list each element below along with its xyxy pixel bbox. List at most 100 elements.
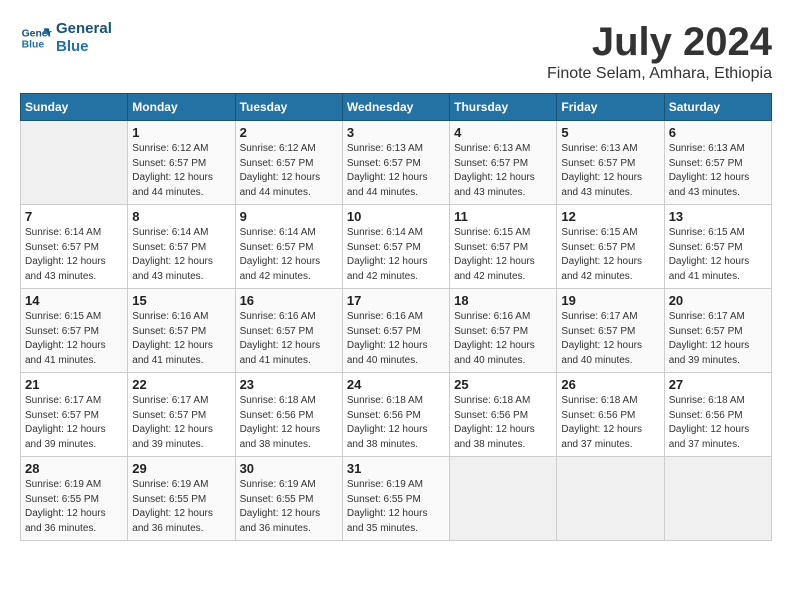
calendar-cell: 12 Sunrise: 6:15 AM Sunset: 6:57 PM Dayli… [557, 205, 664, 289]
svg-text:Blue: Blue [22, 40, 45, 51]
day-number: 5 [561, 125, 659, 140]
month-title: July 2024 [547, 20, 772, 65]
weekday-header-wednesday: Wednesday [342, 94, 449, 121]
day-number: 18 [454, 293, 552, 308]
day-info: Sunrise: 6:15 AM Sunset: 6:57 PM Dayligh… [669, 226, 767, 284]
calendar-cell: 26 Sunrise: 6:18 AM Sunset: 6:56 PM Dayli… [557, 373, 664, 457]
day-number: 21 [25, 377, 123, 392]
day-number: 24 [347, 377, 445, 392]
calendar-week-5: 28 Sunrise: 6:19 AM Sunset: 6:55 PM Dayli… [21, 457, 772, 541]
day-number: 27 [669, 377, 767, 392]
weekday-header-monday: Monday [128, 94, 235, 121]
weekday-header-sunday: Sunday [21, 94, 128, 121]
logo-line2: Blue [56, 38, 112, 56]
day-number: 8 [132, 209, 230, 224]
calendar-cell: 30 Sunrise: 6:19 AM Sunset: 6:55 PM Dayli… [235, 457, 342, 541]
day-info: Sunrise: 6:13 AM Sunset: 6:57 PM Dayligh… [669, 142, 767, 200]
day-number: 30 [240, 461, 338, 476]
calendar-cell: 27Sunrise: 6:18 AM Sunset: 6:56 PM Dayli… [664, 373, 771, 457]
day-info: Sunrise: 6:13 AM Sunset: 6:57 PM Dayligh… [454, 142, 552, 200]
weekday-header-tuesday: Tuesday [235, 94, 342, 121]
calendar-week-3: 14Sunrise: 6:15 AM Sunset: 6:57 PM Dayli… [21, 289, 772, 373]
day-number: 10 [347, 209, 445, 224]
day-number: 6 [669, 125, 767, 140]
day-number: 29 [132, 461, 230, 476]
day-number: 7 [25, 209, 123, 224]
day-number: 14 [25, 293, 123, 308]
calendar-cell [557, 457, 664, 541]
day-number: 2 [240, 125, 338, 140]
calendar-body: 1 Sunrise: 6:12 AM Sunset: 6:57 PM Daylig… [21, 121, 772, 541]
calendar-week-2: 7 Sunrise: 6:14 AM Sunset: 6:57 PM Daylig… [21, 205, 772, 289]
day-number: 13 [669, 209, 767, 224]
calendar-cell: 28 Sunrise: 6:19 AM Sunset: 6:55 PM Dayli… [21, 457, 128, 541]
logo: General Blue General Blue [20, 20, 112, 56]
calendar-cell: 22 Sunrise: 6:17 AM Sunset: 6:57 PM Dayli… [128, 373, 235, 457]
day-info: Sunrise: 6:18 AM Sunset: 6:56 PM Dayligh… [454, 394, 552, 452]
calendar-header-row: SundayMondayTuesdayWednesdayThursdayFrid… [21, 94, 772, 121]
calendar-cell: 16 Sunrise: 6:16 AM Sunset: 6:57 PM Dayli… [235, 289, 342, 373]
day-info: Sunrise: 6:15 AM Sunset: 6:57 PM Dayligh… [454, 226, 552, 284]
day-info: Sunrise: 6:19 AM Sunset: 6:55 PM Dayligh… [25, 478, 123, 536]
day-info: Sunrise: 6:14 AM Sunset: 6:57 PM Dayligh… [347, 226, 445, 284]
day-number: 3 [347, 125, 445, 140]
calendar-cell: 6 Sunrise: 6:13 AM Sunset: 6:57 PM Daylig… [664, 121, 771, 205]
weekday-header-saturday: Saturday [664, 94, 771, 121]
calendar-cell [21, 121, 128, 205]
day-info: Sunrise: 6:17 AM Sunset: 6:57 PM Dayligh… [669, 310, 767, 368]
calendar-cell: 15 Sunrise: 6:16 AM Sunset: 6:57 PM Dayli… [128, 289, 235, 373]
day-number: 16 [240, 293, 338, 308]
calendar-cell: 1 Sunrise: 6:12 AM Sunset: 6:57 PM Daylig… [128, 121, 235, 205]
logo-icon: General Blue [20, 22, 52, 54]
calendar-cell: 25 Sunrise: 6:18 AM Sunset: 6:56 PM Dayli… [450, 373, 557, 457]
day-number: 26 [561, 377, 659, 392]
day-info: Sunrise: 6:17 AM Sunset: 6:57 PM Dayligh… [561, 310, 659, 368]
calendar-cell: 18 Sunrise: 6:16 AM Sunset: 6:57 PM Dayli… [450, 289, 557, 373]
page-header: General Blue General Blue July 2024 Fino… [20, 20, 772, 83]
day-number: 1 [132, 125, 230, 140]
day-info: Sunrise: 6:16 AM Sunset: 6:57 PM Dayligh… [132, 310, 230, 368]
subtitle: Finote Selam, Amhara, Ethiopia [547, 65, 772, 83]
calendar-cell: 11Sunrise: 6:15 AM Sunset: 6:57 PM Dayli… [450, 205, 557, 289]
day-number: 22 [132, 377, 230, 392]
day-info: Sunrise: 6:17 AM Sunset: 6:57 PM Dayligh… [132, 394, 230, 452]
day-info: Sunrise: 6:16 AM Sunset: 6:57 PM Dayligh… [454, 310, 552, 368]
calendar-week-1: 1 Sunrise: 6:12 AM Sunset: 6:57 PM Daylig… [21, 121, 772, 205]
day-info: Sunrise: 6:15 AM Sunset: 6:57 PM Dayligh… [561, 226, 659, 284]
day-number: 12 [561, 209, 659, 224]
day-info: Sunrise: 6:19 AM Sunset: 6:55 PM Dayligh… [240, 478, 338, 536]
day-number: 17 [347, 293, 445, 308]
weekday-header-friday: Friday [557, 94, 664, 121]
calendar-cell: 9Sunrise: 6:14 AM Sunset: 6:57 PM Daylig… [235, 205, 342, 289]
day-info: Sunrise: 6:18 AM Sunset: 6:56 PM Dayligh… [347, 394, 445, 452]
day-info: Sunrise: 6:18 AM Sunset: 6:56 PM Dayligh… [240, 394, 338, 452]
day-info: Sunrise: 6:19 AM Sunset: 6:55 PM Dayligh… [132, 478, 230, 536]
calendar-cell: 19Sunrise: 6:17 AM Sunset: 6:57 PM Dayli… [557, 289, 664, 373]
calendar-cell: 13 Sunrise: 6:15 AM Sunset: 6:57 PM Dayli… [664, 205, 771, 289]
day-number: 4 [454, 125, 552, 140]
day-info: Sunrise: 6:12 AM Sunset: 6:57 PM Dayligh… [132, 142, 230, 200]
calendar-cell: 2 Sunrise: 6:12 AM Sunset: 6:57 PM Daylig… [235, 121, 342, 205]
day-info: Sunrise: 6:13 AM Sunset: 6:57 PM Dayligh… [347, 142, 445, 200]
calendar-cell: 24 Sunrise: 6:18 AM Sunset: 6:56 PM Dayli… [342, 373, 449, 457]
day-info: Sunrise: 6:18 AM Sunset: 6:56 PM Dayligh… [561, 394, 659, 452]
calendar-cell: 17Sunrise: 6:16 AM Sunset: 6:57 PM Dayli… [342, 289, 449, 373]
calendar-cell: 21 Sunrise: 6:17 AM Sunset: 6:57 PM Dayli… [21, 373, 128, 457]
day-number: 25 [454, 377, 552, 392]
calendar-cell: 5Sunrise: 6:13 AM Sunset: 6:57 PM Daylig… [557, 121, 664, 205]
day-info: Sunrise: 6:14 AM Sunset: 6:57 PM Dayligh… [25, 226, 123, 284]
calendar-cell [664, 457, 771, 541]
calendar-cell: 3 Sunrise: 6:13 AM Sunset: 6:57 PM Daylig… [342, 121, 449, 205]
calendar-week-4: 21 Sunrise: 6:17 AM Sunset: 6:57 PM Dayli… [21, 373, 772, 457]
calendar-cell: 7 Sunrise: 6:14 AM Sunset: 6:57 PM Daylig… [21, 205, 128, 289]
day-info: Sunrise: 6:16 AM Sunset: 6:57 PM Dayligh… [240, 310, 338, 368]
day-info: Sunrise: 6:12 AM Sunset: 6:57 PM Dayligh… [240, 142, 338, 200]
calendar-cell: 8 Sunrise: 6:14 AM Sunset: 6:57 PM Daylig… [128, 205, 235, 289]
day-number: 28 [25, 461, 123, 476]
day-info: Sunrise: 6:14 AM Sunset: 6:57 PM Dayligh… [132, 226, 230, 284]
calendar-cell: 20Sunrise: 6:17 AM Sunset: 6:57 PM Dayli… [664, 289, 771, 373]
day-number: 15 [132, 293, 230, 308]
day-number: 23 [240, 377, 338, 392]
day-info: Sunrise: 6:14 AM Sunset: 6:57 PM Dayligh… [240, 226, 338, 284]
day-info: Sunrise: 6:17 AM Sunset: 6:57 PM Dayligh… [25, 394, 123, 452]
